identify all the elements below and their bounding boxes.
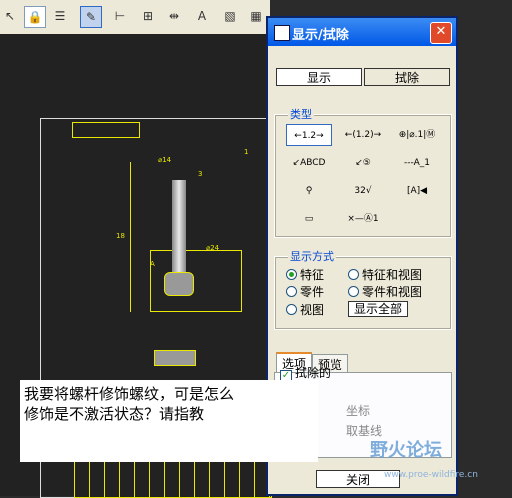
balloon-tool[interactable]: ↙⑤ [340, 152, 386, 174]
screw-side-view[interactable] [154, 350, 196, 366]
symbol-tool[interactable]: ⚲ [286, 180, 332, 202]
dialog-titlebar[interactable]: 显示/拭除 ✕ [268, 18, 456, 46]
toolbar-hatch-icon[interactable]: ▧ [220, 6, 240, 26]
close-icon[interactable]: ✕ [430, 22, 452, 44]
show-button[interactable]: 显示 [276, 68, 362, 86]
dim-label-diameter-24: ⌀24 [206, 244, 220, 252]
erase-button[interactable]: 拭除 [364, 68, 450, 86]
note-line-2: 修饰是不激活状态？请指教 [24, 405, 205, 423]
type-group-label: 类型 [288, 106, 314, 122]
radio-feature-and-view[interactable]: 特征和视图 [348, 266, 422, 283]
show-mode-label: 显示方式 [288, 248, 336, 264]
radio-view-dot [286, 304, 297, 315]
radio-feature[interactable]: 特征 [286, 266, 324, 283]
dialog-app-icon [274, 25, 290, 41]
toolbar-table-icon[interactable]: ☰ [50, 6, 70, 26]
dim-label-a: A [150, 260, 155, 268]
note-line-1: 我要将螺杆修饰螺纹，可是怎么 [24, 385, 235, 403]
toolbar-lock-icon[interactable]: 🔒 [24, 6, 46, 28]
radio-part[interactable]: 零件 [286, 283, 324, 300]
drawing-title-box [72, 122, 140, 138]
show-all-button[interactable]: 显示全部 [348, 301, 408, 317]
forum-watermark-url: www.proe-wildfire.cn [384, 470, 478, 480]
radio-feature-dot [286, 269, 297, 280]
toolbar-dimension-icon[interactable]: ⊢ [110, 6, 130, 26]
forum-watermark: 野火论坛 [370, 440, 442, 461]
toolbar-arrow-icon[interactable]: ↖ [0, 6, 20, 26]
dim-label-diameter-14: ⌀14 [158, 156, 172, 164]
axis-tool[interactable]: ---A_1 [394, 152, 440, 174]
dim-label-1: 1 [244, 148, 249, 156]
question-note: 我要将螺杆修饰螺纹，可是怎么 修饰是不激活状态？请指教 [20, 380, 318, 462]
radio-part-and-view-dot [348, 286, 359, 297]
screw-shaft[interactable] [172, 180, 186, 280]
radio-part-dot [286, 286, 297, 297]
toolbar-align-icon[interactable]: ⊞ [138, 6, 158, 26]
geometric-tolerance-tool[interactable]: ⊕|⌀.1|Ⓜ [394, 124, 440, 146]
main-toolbar: ↖ 🔒 ☰ ✎ ⊢ ⊞ ⇹ A ▧ ▦ [0, 0, 270, 35]
radio-part-and-view[interactable]: 零件和视图 [348, 283, 422, 300]
title-block-table [74, 460, 272, 498]
coordinate-label: 坐标 [346, 404, 371, 418]
toolbar-show-erase-icon[interactable]: ✎ [80, 6, 102, 28]
datum-target-circle-tool[interactable]: ×—Ⓐ1 [340, 208, 386, 230]
cosmetic-feature-tool[interactable]: ▭ [286, 208, 332, 230]
toolbar-clean-icon[interactable]: ⇹ [164, 6, 184, 26]
radio-view[interactable]: 视图 [286, 301, 324, 318]
reference-dimension-tool[interactable]: ←(1.2)→ [340, 124, 386, 146]
toolbar-text-style-icon[interactable]: A [192, 6, 212, 26]
radio-feature-and-view-dot [348, 269, 359, 280]
datum-target-tool[interactable]: [A]◀ [394, 180, 440, 202]
toolbar-table-grid-icon[interactable]: ▦ [246, 6, 266, 26]
screw-head[interactable] [164, 272, 194, 296]
surface-finish-tool[interactable]: 32√ [340, 180, 386, 202]
dialog-title: 显示/拭除 [292, 28, 349, 43]
dimension-tool[interactable]: ←1.2→ [286, 124, 332, 146]
dim-label-18: 18 [116, 232, 125, 240]
dim-label-3: 3 [198, 170, 203, 178]
note-tool[interactable]: ↙ABCD [286, 152, 332, 174]
